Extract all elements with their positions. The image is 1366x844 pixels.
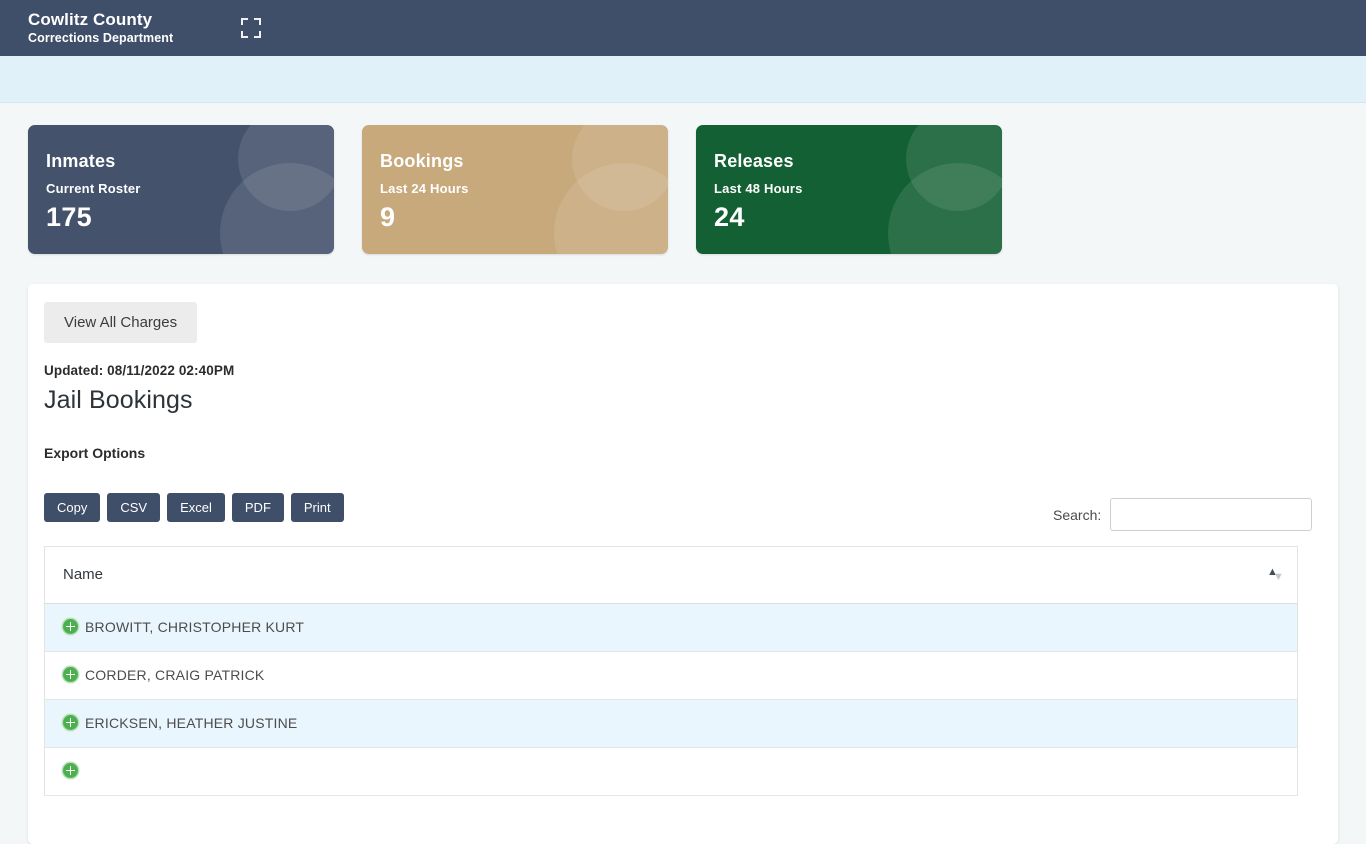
export-csv-button[interactable]: CSV <box>107 493 160 522</box>
search-area: Search: <box>1053 498 1312 531</box>
stat-card-value: 24 <box>714 202 1002 233</box>
table-cell-name: ERICKSEN, HEATHER JUSTINE <box>45 699 1297 747</box>
stat-card-title: Bookings <box>380 151 668 172</box>
export-print-button[interactable]: Print <box>291 493 344 522</box>
secondary-bar <box>0 56 1366 103</box>
bookings-table: Name ▲▼ BROWITT, CHRISTOPHER KURT CORDER… <box>44 546 1298 796</box>
table-row[interactable]: CORDER, CRAIG PATRICK <box>45 651 1297 699</box>
export-copy-button[interactable]: Copy <box>44 493 100 522</box>
expand-plus-icon[interactable] <box>63 763 78 778</box>
expand-plus-icon[interactable] <box>63 619 78 634</box>
app-header: Cowlitz County Corrections Department <box>0 0 1366 56</box>
table-row[interactable]: ERICKSEN, HEATHER JUSTINE <box>45 699 1297 747</box>
stat-card-releases[interactable]: Releases Last 48 Hours 24 <box>696 125 1002 254</box>
fullscreen-icon[interactable] <box>241 18 261 38</box>
page-title: Jail Bookings <box>44 386 193 415</box>
inmate-name: ERICKSEN, HEATHER JUSTINE <box>85 715 297 731</box>
export-pdf-button[interactable]: PDF <box>232 493 284 522</box>
inmate-name: BROWITT, CHRISTOPHER KURT <box>85 619 304 635</box>
table-cell-name <box>45 747 1297 795</box>
view-all-charges-button[interactable]: View All Charges <box>44 302 197 343</box>
stat-card-subtitle: Current Roster <box>46 181 334 196</box>
updated-timestamp: Updated: 08/11/2022 02:40PM <box>44 363 234 378</box>
table-row[interactable] <box>45 747 1297 795</box>
export-options-label: Export Options <box>44 445 145 461</box>
export-buttons: Copy CSV Excel PDF Print <box>44 493 344 522</box>
search-label: Search: <box>1053 507 1101 523</box>
inmate-name: CORDER, CRAIG PATRICK <box>85 667 264 683</box>
table-header-row: Name ▲▼ <box>45 547 1297 603</box>
search-input[interactable] <box>1110 498 1312 531</box>
stat-card-bookings[interactable]: Bookings Last 24 Hours 9 <box>362 125 668 254</box>
sort-updown-icon[interactable]: ▲▼ <box>1267 566 1283 584</box>
table-row[interactable]: BROWITT, CHRISTOPHER KURT <box>45 603 1297 651</box>
column-header-label: Name <box>63 566 103 583</box>
expand-plus-icon[interactable] <box>63 667 78 682</box>
table-cell-name: CORDER, CRAIG PATRICK <box>45 651 1297 699</box>
stat-cards: Inmates Current Roster 175 Bookings Last… <box>28 125 1338 255</box>
stat-card-subtitle: Last 48 Hours <box>714 181 1002 196</box>
app-subtitle: Corrections Department <box>28 32 173 45</box>
stat-card-subtitle: Last 24 Hours <box>380 181 668 196</box>
expand-plus-icon[interactable] <box>63 715 78 730</box>
stat-card-title: Releases <box>714 151 1002 172</box>
brand: Cowlitz County Corrections Department <box>28 11 173 45</box>
stat-card-title: Inmates <box>46 151 334 172</box>
export-excel-button[interactable]: Excel <box>167 493 225 522</box>
column-header-name[interactable]: Name ▲▼ <box>45 547 1297 603</box>
stat-card-value: 9 <box>380 202 668 233</box>
app-title: Cowlitz County <box>28 11 173 29</box>
table-cell-name: BROWITT, CHRISTOPHER KURT <box>45 603 1297 651</box>
stat-card-value: 175 <box>46 202 334 233</box>
stat-card-inmates[interactable]: Inmates Current Roster 175 <box>28 125 334 254</box>
